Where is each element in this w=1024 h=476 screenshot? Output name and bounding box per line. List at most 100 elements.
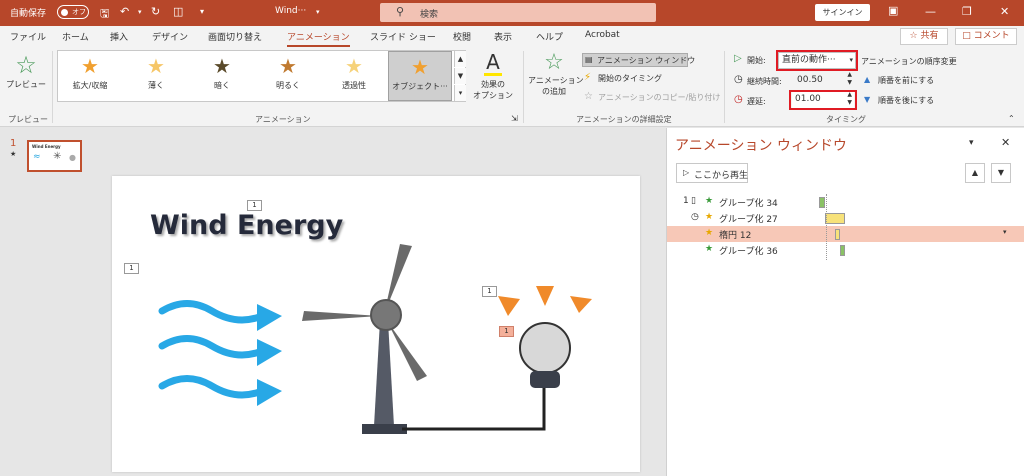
animation-object-color[interactable]: ★ オブジェクト··· <box>388 51 452 101</box>
gallery-scroll-down-icon[interactable]: ▼ <box>454 68 466 84</box>
tab-help[interactable]: ヘルプ <box>536 30 563 43</box>
animation-transparency[interactable]: ★ 透過性 <box>322 51 386 101</box>
timeline-line <box>826 194 827 260</box>
lightning-icon: ⚡ <box>584 72 592 83</box>
animation-pane-button[interactable]: ▤ アニメーション ウィンドウ <box>582 53 695 67</box>
title-dropdown-icon[interactable]: ▾ <box>316 8 320 16</box>
tab-file[interactable]: ファイル <box>10 30 46 43</box>
autosave-toggle[interactable]: オフ <box>57 5 89 19</box>
collapse-ribbon-icon[interactable]: ⌃ <box>1008 114 1015 123</box>
add-animation-button[interactable]: ☆ アニメーション の追加 <box>528 50 584 109</box>
animation-darken[interactable]: ★ 暗く <box>190 51 254 101</box>
light-bulb <box>498 286 592 388</box>
highlight-box-start <box>776 50 858 71</box>
effect-options-label: 効果の オプション <box>473 80 513 100</box>
animation-pane-label: アニメーション ウィンドウ <box>597 56 696 65</box>
tab-home[interactable]: ホーム <box>62 30 89 43</box>
bulb-glass <box>519 322 571 374</box>
tab-insert[interactable]: 挿入 <box>110 30 128 43</box>
turbine-hub <box>370 299 402 331</box>
move-up-icon[interactable]: ▲ <box>965 163 985 183</box>
darken-star-icon: ★ <box>213 54 231 78</box>
tab-slideshow[interactable]: スライド ショー <box>370 30 436 43</box>
wind-arrow-2 <box>158 335 266 359</box>
pane-close-icon[interactable]: ✕ <box>1001 136 1010 149</box>
animation-grow-shrink[interactable]: ★ 拡大/収縮 <box>58 51 122 101</box>
object-color-star-icon: ★ <box>411 55 429 79</box>
arrow-up-icon: ▲ <box>864 75 871 84</box>
timeline-bar <box>825 213 845 224</box>
undo-icon[interactable]: ↶ <box>120 5 129 18</box>
move-down-icon[interactable]: ▼ <box>991 163 1011 183</box>
turbine-base <box>362 424 407 434</box>
preview-button[interactable]: ☆ プレビュー <box>4 51 48 109</box>
animation-label: オブジェクト··· <box>392 82 448 91</box>
redo-icon[interactable]: ↻ <box>151 5 160 18</box>
duration-spinner-icon[interactable]: ▲ ▼ <box>847 71 852 87</box>
tab-acrobat[interactable]: Acrobat <box>585 30 620 40</box>
animation-painter-button[interactable]: ☆ アニメーションのコピー/貼り付け <box>584 91 720 105</box>
animation-label: 拡大/収縮 <box>72 81 108 90</box>
timeline-bar <box>840 245 845 256</box>
play-from-label: ここから再生 <box>694 171 749 181</box>
move-earlier-button[interactable]: ▲ 順番を前にする <box>864 75 974 88</box>
timeline-bar <box>835 229 840 240</box>
row-name: グループ化 27 <box>719 215 778 225</box>
pane-options-icon[interactable]: ▾ <box>969 138 974 148</box>
customize-qat-icon[interactable]: ▾ <box>200 7 204 16</box>
comment-button[interactable]: □ コメント <box>955 28 1017 45</box>
move-later-button[interactable]: ▼ 順番を後にする <box>864 95 974 108</box>
slide-thumbnail[interactable]: Wind Energy ≈ ✳ ● <box>27 140 82 172</box>
gallery-scroll-up-icon[interactable]: ▲ <box>454 51 466 67</box>
start-from-beginning-icon[interactable]: ◫ <box>173 5 183 18</box>
title-bar: 自動保存 オフ 🖫 ↶ ▾ ↻ ◫ ▾ Wind··· ▾ ⚲ 検索 サインイン… <box>0 0 1024 26</box>
add-animation-icon: ☆ <box>544 50 564 75</box>
effect-options-button[interactable]: A 効果の オプション <box>470 51 516 109</box>
animation-row[interactable]: ★ グループ化 36 <box>667 242 1024 258</box>
tab-transitions[interactable]: 画面切り替え <box>208 30 262 43</box>
tab-animations[interactable]: アニメーション <box>287 30 350 47</box>
animation-painter-icon: ☆ <box>584 91 593 102</box>
animation-label: 明るく <box>276 81 300 90</box>
mouse-click-icon: ▯ <box>691 196 696 206</box>
close-icon[interactable]: ✕ <box>1000 5 1009 18</box>
ribbon-display-options-icon[interactable]: ▣ <box>888 4 898 17</box>
document-title[interactable]: Wind··· <box>275 6 306 16</box>
search-box[interactable]: ⚲ 検索 <box>380 3 656 22</box>
gallery-more-icon[interactable]: ▾ <box>454 85 466 101</box>
animation-row-selected[interactable]: ★ 楕円 12 ▾ <box>667 226 1024 242</box>
animation-desaturate[interactable]: ★ 薄く <box>124 51 188 101</box>
signin-button[interactable]: サインイン <box>815 4 870 21</box>
duration-input[interactable]: 00.50 ▲ ▼ <box>794 71 854 90</box>
share-button[interactable]: ☆ 共有 <box>900 28 948 45</box>
play-icon: ▷ <box>683 168 690 177</box>
row-name: グループ化 34 <box>719 199 778 209</box>
trigger-button[interactable]: ⚡ 開始のタイミング <box>584 72 684 86</box>
animation-label: 透過性 <box>342 81 366 90</box>
save-icon[interactable]: 🖫 <box>100 5 109 24</box>
emphasis-star-icon: ★ <box>705 212 714 222</box>
turbine-tower <box>374 321 394 426</box>
play-from-button[interactable]: ▷ ここから再生 <box>676 163 748 183</box>
tab-view[interactable]: 表示 <box>494 30 512 43</box>
animation-lighten[interactable]: ★ 明るく <box>256 51 320 101</box>
dialog-launcher-icon[interactable]: ⇲ <box>511 114 518 123</box>
undo-dropdown-icon[interactable]: ▾ <box>138 8 142 16</box>
slide[interactable]: Wind Energy 1 1 1 1 <box>112 176 640 472</box>
animation-row[interactable]: ◷ ★ グループ化 27 <box>667 210 1024 226</box>
move-earlier-label: 順番を前にする <box>878 76 935 85</box>
duration-label: 継続時間: <box>747 77 782 86</box>
tab-review[interactable]: 校閲 <box>453 30 471 43</box>
slide-thumbnail-pane: 1 ★ <box>0 128 100 476</box>
row-dropdown-icon[interactable]: ▾ <box>1003 228 1007 236</box>
row-name: 楕円 12 <box>719 231 752 241</box>
tab-design[interactable]: デザイン <box>152 30 188 43</box>
clock-icon: ◷ <box>734 74 743 85</box>
restore-icon[interactable]: ❐ <box>962 5 972 18</box>
ribbon-tabs: ファイル ホーム 挿入 デザイン 画面切り替え アニメーション スライド ショー… <box>0 26 1024 47</box>
share-icon: ☆ <box>909 31 921 41</box>
preview-icon: ☆ <box>15 51 37 79</box>
minimize-icon[interactable]: — <box>925 5 936 18</box>
animation-row[interactable]: 1 ▯ ★ グループ化 34 <box>667 194 1024 210</box>
group-label-preview: プレビュー <box>8 115 48 124</box>
